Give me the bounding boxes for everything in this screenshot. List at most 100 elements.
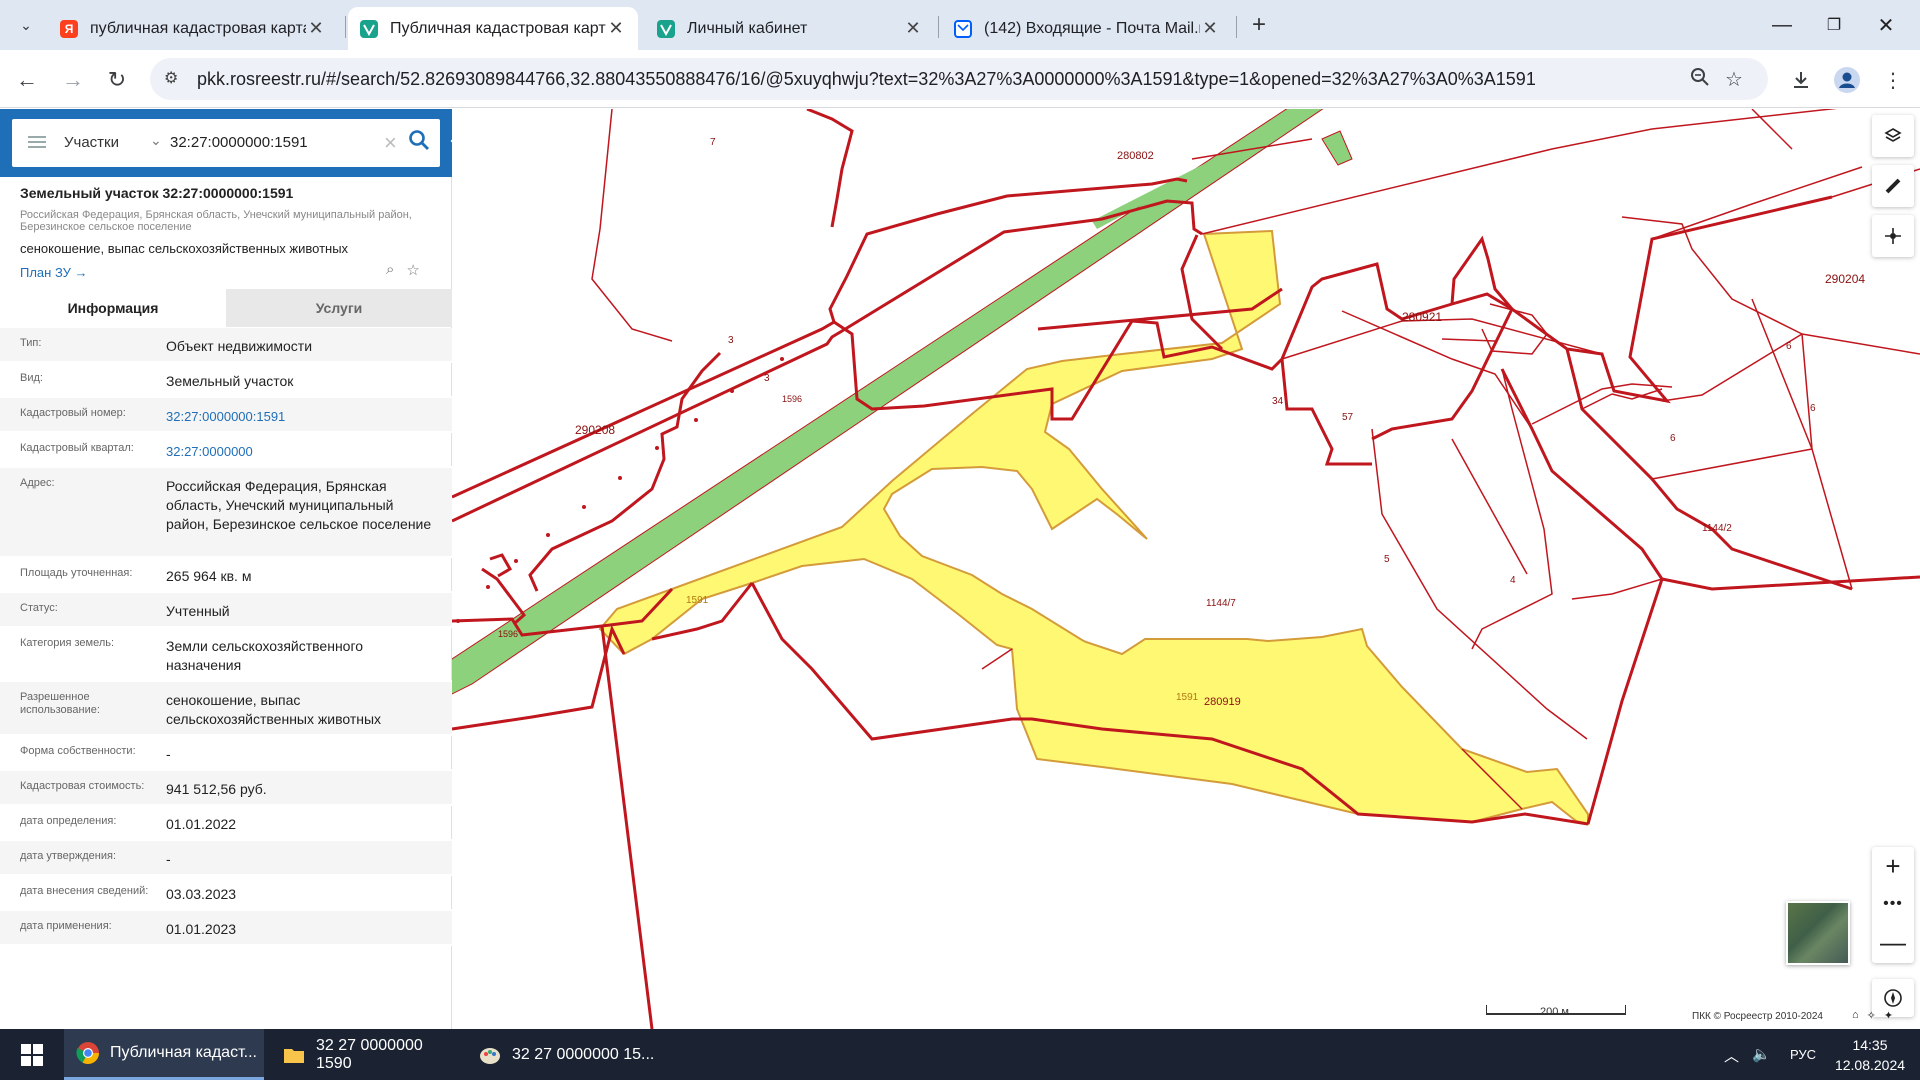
share-icon[interactable]: ✧ [1867, 1009, 1876, 1022]
tab-services[interactable]: Услуги [226, 289, 452, 327]
road-strip [1321, 130, 1353, 166]
search-input[interactable]: 32:27:0000000:1591 [170, 134, 308, 151]
table-row: Площадь уточненная: 265 964 кв. м [0, 558, 452, 593]
map-canvas[interactable]: 7 280802 3 3 1596 290208 280921 290204 6… [452, 109, 1920, 1029]
table-row: Разрешенное использование: сенокошение, … [0, 682, 452, 736]
row-label: Категория земель: [20, 637, 115, 649]
row-label: Кадастровая стоимость: [20, 780, 145, 792]
map-label-5: 5 [1384, 554, 1390, 565]
zoom-more-button[interactable]: ••• [1872, 885, 1914, 923]
search-icon[interactable] [408, 129, 434, 155]
row-value: Земельный участок [166, 373, 294, 389]
taskbar-item-paint[interactable]: 32 27 0000000 15... [466, 1029, 662, 1080]
close-window-button[interactable]: ✕ [1856, 0, 1916, 50]
cadastral-quarter-link[interactable]: 32:27:0000000 [166, 442, 438, 461]
settings-icon[interactable]: ✦ [1884, 1009, 1893, 1022]
basemap-thumbnail[interactable] [1786, 901, 1850, 965]
tab-title: публичная кадастровая карта [90, 19, 306, 37]
map-label-6c: 6 [1670, 433, 1676, 444]
map-label-280921: 280921 [1402, 310, 1442, 324]
compass-icon [1884, 989, 1902, 1007]
row-label: Статус: [20, 602, 58, 614]
close-tab-icon[interactable]: ✕ [606, 18, 626, 39]
row-value: 941 512,56 руб. [166, 781, 267, 797]
tab-title: Личный кабинет [687, 19, 808, 37]
tab-personal-cabinet[interactable]: Личный кабинет ✕ [645, 7, 935, 50]
clear-icon[interactable]: × [384, 130, 397, 156]
boundary-line [1651, 448, 1813, 480]
chevron-down-icon[interactable]: ⌄ [150, 132, 162, 149]
start-button[interactable] [8, 1029, 56, 1080]
zoom-in-button[interactable]: + [1872, 847, 1914, 885]
maximize-button[interactable]: ❐ [1804, 0, 1864, 50]
close-tab-icon[interactable]: ✕ [903, 18, 923, 39]
row-label: Разрешенное использование: [20, 691, 100, 716]
close-tab-icon[interactable]: ✕ [1200, 18, 1220, 39]
info-tabs: Информация Услуги [0, 289, 452, 327]
zoom-icon[interactable] [1688, 67, 1712, 91]
zoom-to-object-icon[interactable]: ⌕ [386, 261, 394, 281]
tray-chevron-icon[interactable]: ︿ [1724, 1045, 1739, 1066]
plan-link[interactable]: План ЗУ → [20, 265, 88, 280]
parcel-boundaries [452, 109, 1920, 1029]
locate-button[interactable] [1872, 215, 1914, 257]
home-icon[interactable]: ⌂ [1852, 1009, 1859, 1022]
map-label-1596-b: 1596 [498, 629, 518, 639]
map-label-3a: 3 [728, 335, 734, 346]
cadastral-number-link[interactable]: 32:27:0000000:1591 [166, 407, 438, 426]
map-label-1591-b: 1591 [1176, 692, 1199, 703]
table-row: Форма собственности: - [0, 736, 452, 771]
zoom-out-button[interactable]: — [1872, 923, 1914, 961]
forward-button[interactable]: → [56, 63, 90, 97]
bookmark-star-icon[interactable]: ☆ [1722, 67, 1746, 91]
mail-icon [954, 19, 972, 38]
map-label-1596: 1596 [782, 394, 802, 404]
minimize-button[interactable]: — [1752, 0, 1812, 50]
row-label: дата утверждения: [20, 850, 117, 862]
row-value: 01.01.2023 [166, 921, 237, 937]
ruler-icon [1885, 178, 1901, 194]
object-tools: ⌕ ☆ [386, 261, 436, 281]
rosreestr-icon [360, 19, 378, 38]
clock[interactable]: 14:35 12.08.2024 [1834, 1035, 1906, 1075]
tab-divider [938, 16, 939, 38]
download-icon[interactable] [1784, 63, 1818, 97]
ruler-button[interactable] [1872, 165, 1914, 207]
url-text[interactable]: pkk.rosreestr.ru/#/search/52.82693089844… [197, 69, 1536, 90]
cadastral-map[interactable]: 7 280802 3 3 1596 290208 280921 290204 6… [452, 109, 1920, 1029]
address-bar[interactable]: ⚙ pkk.rosreestr.ru/#/search/52.826930898… [150, 58, 1768, 100]
site-info-icon[interactable]: ⚙ [164, 68, 186, 90]
row-value: Земли сельскохозяйственного назначения [166, 638, 364, 673]
tab-mail[interactable]: (142) Входящие - Почта Mail.ru ✕ [942, 7, 1232, 50]
boundary-line [1371, 308, 1514, 441]
tab-title: (142) Входящие - Почта Mail.ru [984, 19, 1200, 37]
taskbar-item-folder[interactable]: 32 27 0000000 1590 [270, 1029, 460, 1080]
taskbar-item-chrome[interactable]: Публичная кадаст... [64, 1029, 264, 1080]
layers-button[interactable] [1872, 115, 1914, 157]
row-value: - [166, 851, 171, 867]
close-tab-icon[interactable]: ✕ [306, 18, 326, 39]
reload-button[interactable]: ↻ [100, 63, 134, 97]
tab-search-button[interactable]: ⌄ [10, 9, 42, 41]
row-value: - [166, 746, 171, 762]
browser-menu-icon[interactable]: ⋮ [1876, 63, 1910, 97]
back-button[interactable]: ← [10, 63, 44, 97]
new-tab-button[interactable]: + [1244, 10, 1274, 40]
boundary-line [481, 567, 527, 625]
row-label: Кадастровый номер: [20, 407, 126, 419]
map-label-3b: 3 [764, 373, 770, 384]
menu-icon[interactable] [28, 133, 46, 151]
row-value: Российская Федерация, Брянская область, … [166, 478, 432, 532]
volume-icon[interactable]: 🔈 [1752, 1045, 1771, 1063]
search-type-select[interactable]: Участки [64, 134, 119, 151]
crosshair-icon [1885, 228, 1901, 244]
boundary-line [1201, 109, 1838, 235]
language-indicator[interactable]: РУС [1790, 1047, 1816, 1062]
tab-yandex-search[interactable]: Я публичная кадастровая карта ✕ [48, 7, 338, 50]
profile-avatar-icon[interactable] [1830, 63, 1864, 97]
boundary-line [1801, 333, 1853, 590]
tab-pkk-active[interactable]: Публичная кадастровая карта ✕ [348, 7, 638, 50]
tab-information[interactable]: Информация [0, 289, 226, 327]
row-label: Площадь уточненная: [20, 567, 133, 579]
favorite-star-icon[interactable]: ☆ [406, 261, 419, 281]
